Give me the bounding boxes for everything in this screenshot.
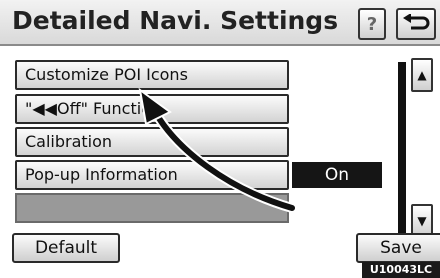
scroll-down-icon: ▼ (417, 214, 427, 228)
empty-menu-slot (15, 193, 289, 223)
calibration-button[interactable]: Calibration (15, 127, 289, 157)
popup-information-button[interactable]: Pop-up Information (15, 160, 289, 190)
back-button[interactable] (396, 8, 436, 40)
customize-poi-icons-button[interactable]: Customize POI Icons (15, 60, 289, 90)
return-icon (403, 14, 430, 30)
default-button[interactable]: Default (12, 233, 120, 263)
image-code-label: U10043LC (362, 262, 440, 278)
scroll-up-icon: ▲ (417, 68, 427, 82)
off-function-button[interactable]: "◀◀Off" Function (15, 94, 289, 124)
scroll-track (398, 62, 406, 238)
popup-status-value: On (292, 162, 382, 188)
scroll-up-button[interactable]: ▲ (411, 58, 433, 92)
save-button[interactable]: Save (356, 233, 440, 263)
page-title: Detailed Navi. Settings (12, 6, 339, 35)
help-button[interactable]: ? (358, 8, 386, 40)
header-bar: Detailed Navi. Settings ? (0, 0, 440, 46)
scrollbar[interactable]: ▲ ▼ (393, 56, 435, 242)
